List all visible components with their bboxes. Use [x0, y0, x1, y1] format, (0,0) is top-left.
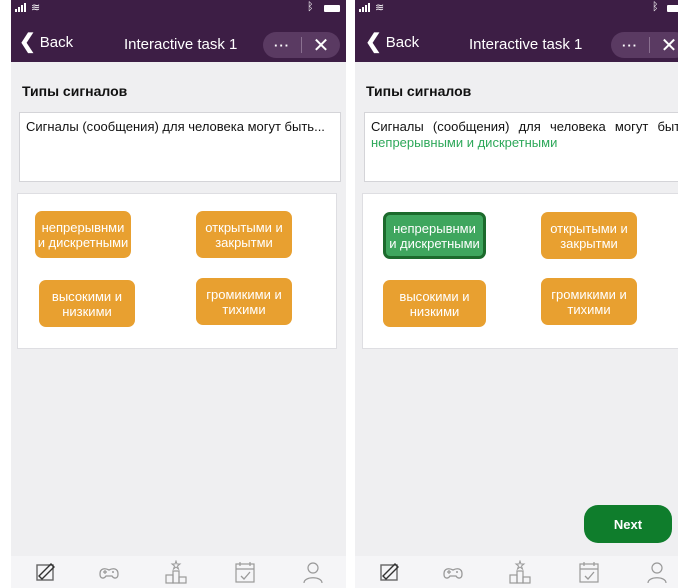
option-open-closed[interactable]: открытыми и закрытми — [541, 212, 637, 259]
battery-icon — [324, 5, 340, 12]
question-text: Сигналы (сообщения) для человека могут б… — [26, 119, 325, 134]
leaderboard-icon[interactable] — [508, 560, 532, 584]
status-bar: ≋ ᛒ — [11, 0, 346, 18]
close-icon[interactable]: ✕ — [650, 33, 678, 58]
back-label: Back — [39, 34, 74, 51]
options-panel: непрерывнми и дискретными открытыми и за… — [17, 193, 337, 349]
bluetooth-icon: ᛒ — [652, 1, 659, 13]
header-bar: ≋ ᛒ ❮ Back Interactive task 1 ··· ✕ — [355, 0, 678, 62]
tasks-icon[interactable] — [378, 560, 402, 584]
games-icon[interactable] — [441, 560, 465, 584]
more-icon[interactable]: ··· — [611, 38, 649, 53]
more-icon[interactable]: ··· — [263, 38, 301, 53]
question-box: Сигналы (сообщения) для человека могут б… — [364, 112, 678, 182]
signal-icon — [359, 3, 370, 12]
phone-screen-before: ≋ ᛒ ❮ Back Interactive task 1 ··· ✕ Типы… — [11, 0, 346, 588]
wifi-icon: ≋ — [31, 2, 41, 14]
profile-icon[interactable] — [645, 560, 669, 584]
wifi-icon: ≋ — [375, 2, 385, 14]
option-loud-quiet[interactable]: громикими и тихими — [541, 278, 637, 325]
question-box: Сигналы (сообщения) для человека могут б… — [19, 112, 341, 182]
profile-icon[interactable] — [301, 560, 325, 584]
close-icon[interactable]: ✕ — [302, 33, 340, 58]
calendar-icon[interactable] — [577, 560, 601, 584]
signal-icon — [15, 3, 26, 12]
options-panel: непрерывнми и дискретными открытыми и за… — [362, 193, 678, 349]
back-label: Back — [385, 34, 420, 51]
option-continuous-discrete[interactable]: непрерывнми и дискретными — [35, 211, 131, 258]
next-button[interactable]: Next — [584, 505, 672, 543]
tasks-icon[interactable] — [34, 560, 58, 584]
battery-icon — [667, 5, 678, 12]
bottom-nav — [11, 556, 346, 588]
chevron-left-icon: ❮ — [365, 31, 382, 53]
bluetooth-icon: ᛒ — [307, 1, 314, 13]
answer-text: непрерывными и дискретными — [371, 135, 558, 150]
section-title: Типы сигналов — [22, 83, 128, 99]
header-bar: ≋ ᛒ ❮ Back Interactive task 1 ··· ✕ — [11, 0, 346, 62]
games-icon[interactable] — [97, 560, 121, 584]
chevron-left-icon: ❮ — [19, 31, 36, 53]
phone-screen-after: ≋ ᛒ ❮ Back Interactive task 1 ··· ✕ Типы… — [355, 0, 678, 588]
calendar-icon[interactable] — [233, 560, 257, 584]
page-title: Interactive task 1 — [124, 36, 238, 53]
status-bar: ≋ ᛒ — [355, 0, 678, 18]
leaderboard-icon[interactable] — [164, 560, 188, 584]
option-loud-quiet[interactable]: громикими и тихими — [196, 278, 292, 325]
option-high-low[interactable]: высокими и низкими — [39, 280, 135, 327]
back-button[interactable]: ❮ Back — [365, 31, 420, 53]
bottom-nav — [355, 556, 678, 588]
header-actions: ··· ✕ — [611, 32, 678, 58]
option-open-closed[interactable]: открытыми и закрытми — [196, 211, 292, 258]
section-title: Типы сигналов — [366, 83, 472, 99]
option-high-low[interactable]: высокими и низкими — [383, 280, 486, 327]
question-text: Сигналы (сообщения) для человека могут б… — [371, 119, 678, 134]
option-continuous-discrete[interactable]: непрерывнми и дискретными — [383, 212, 486, 259]
header-actions: ··· ✕ — [263, 32, 340, 58]
page-title: Interactive task 1 — [469, 36, 583, 53]
back-button[interactable]: ❮ Back — [19, 31, 74, 53]
